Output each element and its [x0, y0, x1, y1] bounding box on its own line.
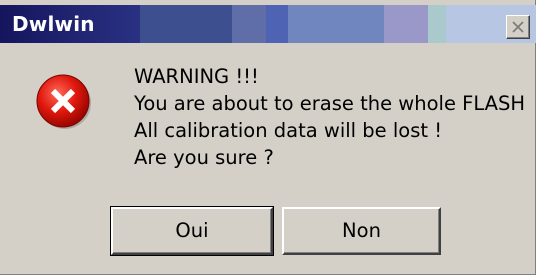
- close-button[interactable]: [506, 15, 530, 39]
- message-line: Are you sure ?: [134, 146, 274, 169]
- title-bar[interactable]: Dwlwin: [0, 5, 536, 43]
- title-bar-segment: [140, 5, 232, 43]
- message-line: You are about to erase the whole FLASH: [134, 92, 526, 115]
- title-bar-segment: [266, 5, 288, 43]
- title-bar-segment: [384, 5, 428, 43]
- window-title: Dwlwin: [12, 12, 95, 36]
- title-bar-segment: [232, 5, 266, 43]
- message-text: WARNING !!! You are about to erase the w…: [134, 63, 534, 171]
- no-button[interactable]: Non: [282, 207, 441, 255]
- message-dialog: Dwlwin WARNING !!! You are about to eras…: [0, 0, 536, 275]
- yes-button[interactable]: Oui: [110, 206, 274, 256]
- message-line: WARNING !!!: [134, 65, 259, 88]
- title-bar-segment: [428, 5, 446, 43]
- error-icon: [34, 72, 94, 132]
- title-bar-segment: [288, 5, 384, 43]
- close-icon: [512, 21, 524, 33]
- message-line: All calibration data will be lost !: [134, 119, 443, 142]
